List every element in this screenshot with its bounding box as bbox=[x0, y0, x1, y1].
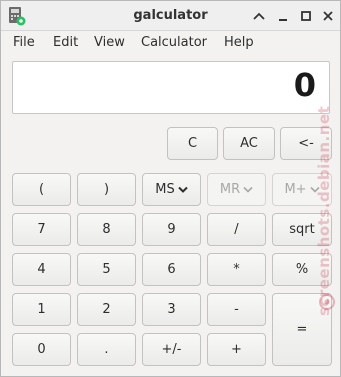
sign-toggle-button[interactable]: +/- bbox=[142, 333, 201, 366]
minimize-icon[interactable] bbox=[274, 7, 292, 25]
multiply-button[interactable]: * bbox=[207, 253, 266, 286]
minus-label: - bbox=[234, 302, 239, 317]
close-paren-button[interactable]: ) bbox=[77, 173, 136, 206]
digit-6-label: 6 bbox=[167, 262, 176, 277]
chevron-down-icon bbox=[309, 182, 320, 197]
chevron-down-icon bbox=[243, 182, 253, 197]
digit-1-button[interactable]: 1 bbox=[12, 293, 71, 326]
digit-4-label: 4 bbox=[37, 262, 46, 277]
all-clear-button[interactable]: AC bbox=[223, 127, 275, 160]
digit-2-button[interactable]: 2 bbox=[77, 293, 136, 326]
percent-button[interactable]: % bbox=[272, 253, 332, 286]
clear-button[interactable]: C bbox=[167, 127, 218, 160]
digit-6-button[interactable]: 6 bbox=[142, 253, 201, 286]
close-paren-label: ) bbox=[103, 182, 110, 197]
display-value: 0 bbox=[293, 66, 316, 104]
memory-add-button[interactable]: M+ bbox=[272, 173, 332, 206]
digit-0-button[interactable]: 0 bbox=[12, 333, 71, 366]
percent-label: % bbox=[295, 262, 309, 277]
digit-7-button[interactable]: 7 bbox=[12, 213, 71, 246]
decimal-point-button[interactable]: . bbox=[77, 333, 136, 366]
memory-recall-button[interactable]: MR bbox=[207, 173, 266, 206]
backspace-button-label: <- bbox=[298, 136, 314, 151]
digit-2-label: 2 bbox=[102, 302, 111, 317]
digit-8-label: 8 bbox=[102, 222, 111, 237]
sqrt-label: sqrt bbox=[289, 222, 315, 237]
digit-5-label: 5 bbox=[102, 262, 111, 277]
digit-3-button[interactable]: 3 bbox=[142, 293, 201, 326]
open-paren-button[interactable]: ( bbox=[12, 173, 71, 206]
equals-label: = bbox=[296, 322, 308, 337]
menu-calculator[interactable]: Calculator bbox=[141, 35, 207, 50]
divide-label: / bbox=[234, 222, 239, 237]
digit-3-label: 3 bbox=[167, 302, 176, 317]
collapse-chevron-up-icon[interactable] bbox=[250, 7, 268, 25]
chevron-down-icon bbox=[178, 182, 188, 197]
memory-add-label: M+ bbox=[284, 182, 307, 197]
close-icon[interactable] bbox=[319, 7, 337, 25]
all-clear-button-label: AC bbox=[240, 136, 258, 151]
digit-8-button[interactable]: 8 bbox=[77, 213, 136, 246]
maximize-icon[interactable] bbox=[297, 7, 315, 25]
plus-label: + bbox=[231, 342, 242, 357]
sqrt-button[interactable]: sqrt bbox=[272, 213, 332, 246]
multiply-label: * bbox=[233, 262, 240, 277]
menubar: File Edit View Calculator Help bbox=[1, 32, 340, 54]
decimal-point-label: . bbox=[104, 342, 109, 357]
memory-recall-label: MR bbox=[219, 182, 241, 197]
menu-edit[interactable]: Edit bbox=[53, 35, 78, 50]
minus-button[interactable]: - bbox=[207, 293, 266, 326]
digit-4-button[interactable]: 4 bbox=[12, 253, 71, 286]
equals-button[interactable]: = bbox=[272, 293, 332, 366]
divide-button[interactable]: / bbox=[207, 213, 266, 246]
digit-0-label: 0 bbox=[37, 342, 46, 357]
digit-7-label: 7 bbox=[37, 222, 46, 237]
result-display: 0 bbox=[12, 61, 330, 114]
title-bar[interactable]: galculator bbox=[1, 1, 340, 31]
digit-5-button[interactable]: 5 bbox=[77, 253, 136, 286]
digit-9-label: 9 bbox=[167, 222, 176, 237]
menu-help[interactable]: Help bbox=[224, 35, 254, 50]
clear-button-label: C bbox=[187, 136, 198, 151]
memory-store-button[interactable]: MS bbox=[142, 173, 201, 206]
sign-toggle-label: +/- bbox=[161, 342, 182, 357]
menu-file[interactable]: File bbox=[13, 35, 35, 50]
plus-button[interactable]: + bbox=[207, 333, 266, 366]
memory-store-label: MS bbox=[155, 182, 175, 197]
calculator-window: galculator File Edit View Calculator Hel… bbox=[0, 0, 341, 377]
digit-9-button[interactable]: 9 bbox=[142, 213, 201, 246]
menu-view[interactable]: View bbox=[94, 35, 125, 50]
digit-1-label: 1 bbox=[37, 302, 46, 317]
backspace-button[interactable]: <- bbox=[280, 127, 332, 160]
open-paren-label: ( bbox=[38, 182, 45, 197]
